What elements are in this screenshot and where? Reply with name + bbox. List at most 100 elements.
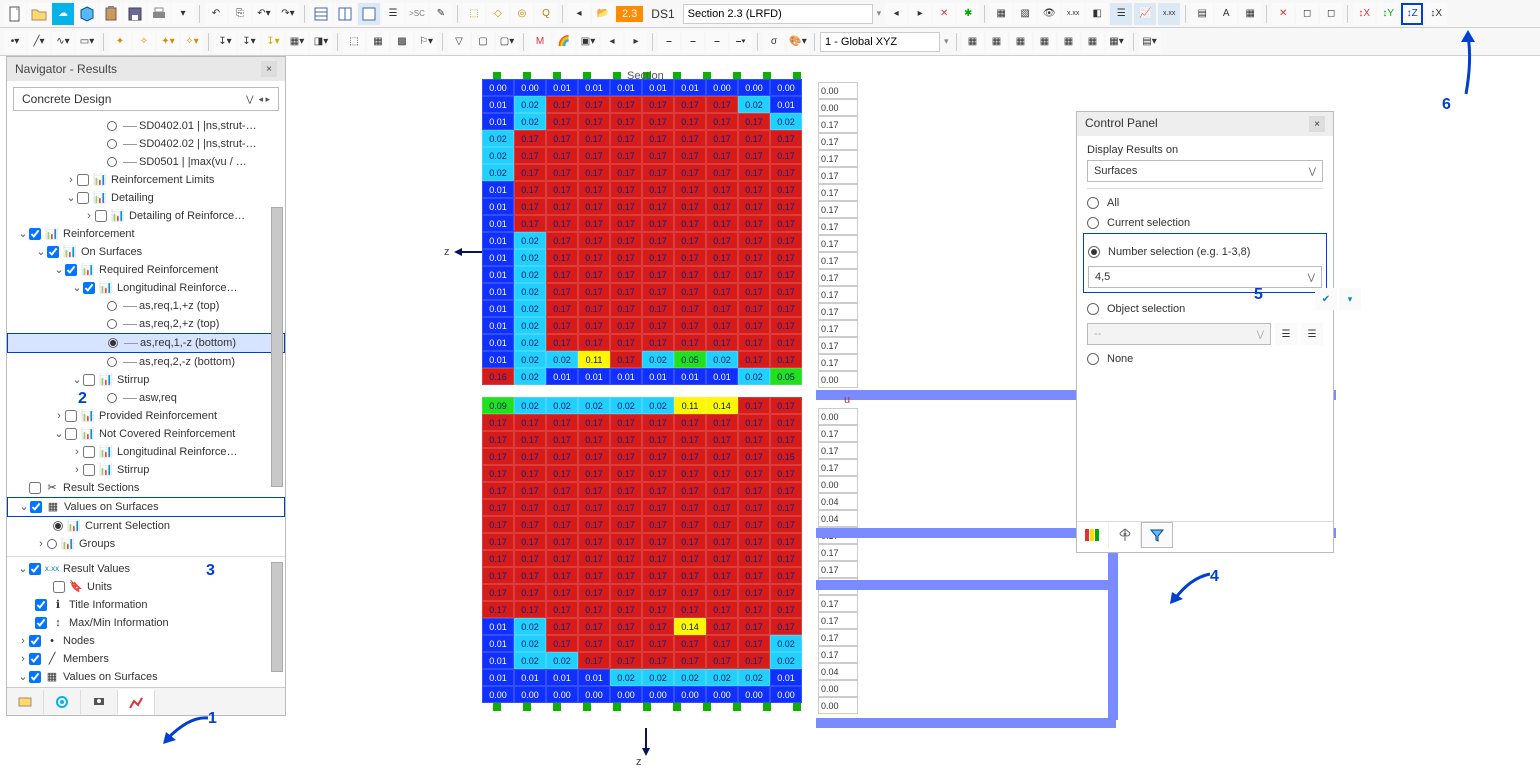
expand-icon[interactable]: › <box>83 207 95 225</box>
tree-checkbox[interactable] <box>83 464 95 476</box>
bolt-red-icon[interactable]: ✕ <box>933 3 955 25</box>
radio-none[interactable] <box>1087 353 1099 365</box>
sel-target-icon[interactable]: ◎ <box>511 3 533 25</box>
nav-tab-data[interactable] <box>7 690 44 714</box>
tree-checkbox[interactable] <box>65 428 77 440</box>
tree-item-values-on-surfaces[interactable]: Values on Surfaces <box>64 498 159 516</box>
palette-icon[interactable]: 🎨▾ <box>787 31 809 53</box>
tree-item[interactable]: Reinforcement <box>63 225 135 243</box>
radio-icon[interactable] <box>107 139 117 149</box>
copy-icon[interactable]: ⎘ <box>229 3 251 25</box>
ds-prev-icon[interactable]: ◂ <box>885 3 907 25</box>
load3-ylw-icon[interactable]: ↧▾ <box>262 31 284 53</box>
collapse-icon[interactable]: ⌄ <box>17 225 29 243</box>
sel-poly-icon[interactable]: ◇ <box>487 3 509 25</box>
diag-cube-icon[interactable]: ▣▾ <box>577 31 599 53</box>
cs-f-icon[interactable]: ▦ <box>1082 31 1104 53</box>
navigator-design-select[interactable]: Concrete Design ⋁ ◂ ▸ <box>13 87 279 111</box>
table3-icon[interactable] <box>358 3 380 25</box>
tree-item[interactable]: Title Information <box>69 596 147 614</box>
cut1-icon[interactable]: ⎯ <box>658 31 680 53</box>
control-panel-close-icon[interactable]: × <box>1309 116 1325 132</box>
frame-icon[interactable]: ▢ <box>472 31 494 53</box>
tree-checkbox[interactable] <box>65 410 77 422</box>
mode-grid-icon[interactable]: ▦ <box>367 31 389 53</box>
expand-icon[interactable]: › <box>71 461 83 479</box>
ds-next-icon[interactable]: ▸ <box>909 3 931 25</box>
view-icon-1[interactable]: ▦ <box>990 3 1012 25</box>
radio-icon[interactable] <box>107 301 117 311</box>
tree-checkbox[interactable] <box>29 635 41 647</box>
mode-mesh-icon[interactable]: ▩ <box>391 31 413 53</box>
radio-number-selection[interactable] <box>1088 246 1100 258</box>
cs-e-icon[interactable]: ▦ <box>1058 31 1080 53</box>
cut4-icon[interactable]: ⎯▾ <box>730 31 752 53</box>
notes-icon[interactable]: ✎ <box>430 3 452 25</box>
apply-selection-icon[interactable]: ✔ <box>1315 288 1337 310</box>
expand-icon[interactable]: › <box>65 171 77 189</box>
view-xxx-icon[interactable]: x.xx <box>1062 3 1084 25</box>
collapse-icon[interactable]: ⌄ <box>53 425 65 443</box>
number-selection-input[interactable]: 4,5⋁ <box>1088 266 1322 288</box>
tree-checkbox[interactable] <box>29 671 41 683</box>
cp-filter-tab-icon[interactable] <box>1141 522 1173 548</box>
diag-prev-icon[interactable]: ◂ <box>601 31 623 53</box>
tree-item[interactable]: Stirrup <box>117 371 149 389</box>
tree-checkbox[interactable] <box>47 246 59 258</box>
tree-item[interactable]: Current Selection <box>85 517 170 535</box>
collapse-icon[interactable]: ⌄ <box>71 371 83 389</box>
design-situation-input[interactable] <box>683 4 873 24</box>
tree-item[interactable]: Longitudinal Reinforce… <box>117 443 237 461</box>
radio-icon[interactable] <box>47 539 57 549</box>
objsel-btn2-icon[interactable]: ☰ <box>1301 323 1323 345</box>
tree-item[interactable]: Detailing of Reinforce… <box>129 207 245 225</box>
ds-nav-left-icon[interactable]: ◂ <box>568 3 590 25</box>
load1-icon[interactable]: ↧▾ <box>214 31 236 53</box>
cs-g-icon[interactable]: ▦▾ <box>1106 31 1128 53</box>
view-legend-icon[interactable]: ☰ <box>1110 3 1132 25</box>
cs-c-icon[interactable]: ▦ <box>1010 31 1032 53</box>
cut3-icon[interactable]: ⎯ <box>706 31 728 53</box>
tree-item[interactable]: SD0501 | |max(vu / … <box>139 153 247 171</box>
load-cube-icon[interactable]: ◨▾ <box>310 31 332 53</box>
display-results-select[interactable]: Surfaces ⋁ <box>1087 160 1323 182</box>
radio-all[interactable] <box>1087 197 1099 209</box>
tree-checkbox[interactable] <box>83 282 95 294</box>
scrollbar-thumb[interactable] <box>271 207 283 487</box>
frame-dd-icon[interactable]: ▢▾ <box>496 31 518 53</box>
tree-checkbox[interactable] <box>53 581 65 593</box>
spark2-icon[interactable]: ✧ <box>133 31 155 53</box>
paste-icon[interactable] <box>100 3 122 25</box>
tree-item[interactable]: Max/Min Information <box>69 614 169 632</box>
curve-icon[interactable]: ∿▾ <box>52 31 74 53</box>
script-icon[interactable]: >SC <box>406 3 428 25</box>
print-icon[interactable] <box>148 3 170 25</box>
table2-icon[interactable] <box>334 3 356 25</box>
cut2-icon[interactable]: ⎯ <box>682 31 704 53</box>
axis-y-icon[interactable]: ↕Y <box>1377 3 1399 25</box>
grid-icon[interactable]: ▦ <box>1239 3 1261 25</box>
tree-item[interactable]: as,req,2,+z (top) <box>139 315 219 333</box>
tree-item[interactable]: SD0402.01 | |ns,strut-… <box>139 117 257 135</box>
sheet-icon[interactable]: ▤▾ <box>1139 31 1161 53</box>
axis-z-icon[interactable]: ↕Z <box>1401 3 1423 25</box>
tree-item[interactable]: Required Reinforcement <box>99 261 218 279</box>
tree-item[interactable]: Reinforcement Limits <box>111 171 214 189</box>
tree-item[interactable]: Detailing <box>111 189 154 207</box>
cs-b-icon[interactable]: ▦ <box>986 31 1008 53</box>
surf-icon[interactable]: ▭▾ <box>76 31 98 53</box>
nav-tab-display[interactable] <box>44 690 81 714</box>
diag-next-icon[interactable]: ▸ <box>625 31 647 53</box>
tree-item[interactable]: Provided Reinforcement <box>99 407 217 425</box>
collapse-icon[interactable]: ⌄ <box>53 261 65 279</box>
tree-item[interactable]: Nodes <box>63 632 95 650</box>
tree-checkbox[interactable] <box>95 210 107 222</box>
expand-icon[interactable]: › <box>17 650 29 668</box>
tree-checkbox[interactable] <box>29 482 41 494</box>
filter2-icon[interactable]: ▽ <box>448 31 470 53</box>
radio-icon[interactable] <box>107 357 117 367</box>
print-dd-icon[interactable]: ▾ <box>172 3 194 25</box>
sel-q-icon[interactable]: Q <box>535 3 557 25</box>
collapse-icon[interactable]: ⌄ <box>17 668 29 686</box>
view-xxx2-icon[interactable]: x.xx <box>1158 3 1180 25</box>
